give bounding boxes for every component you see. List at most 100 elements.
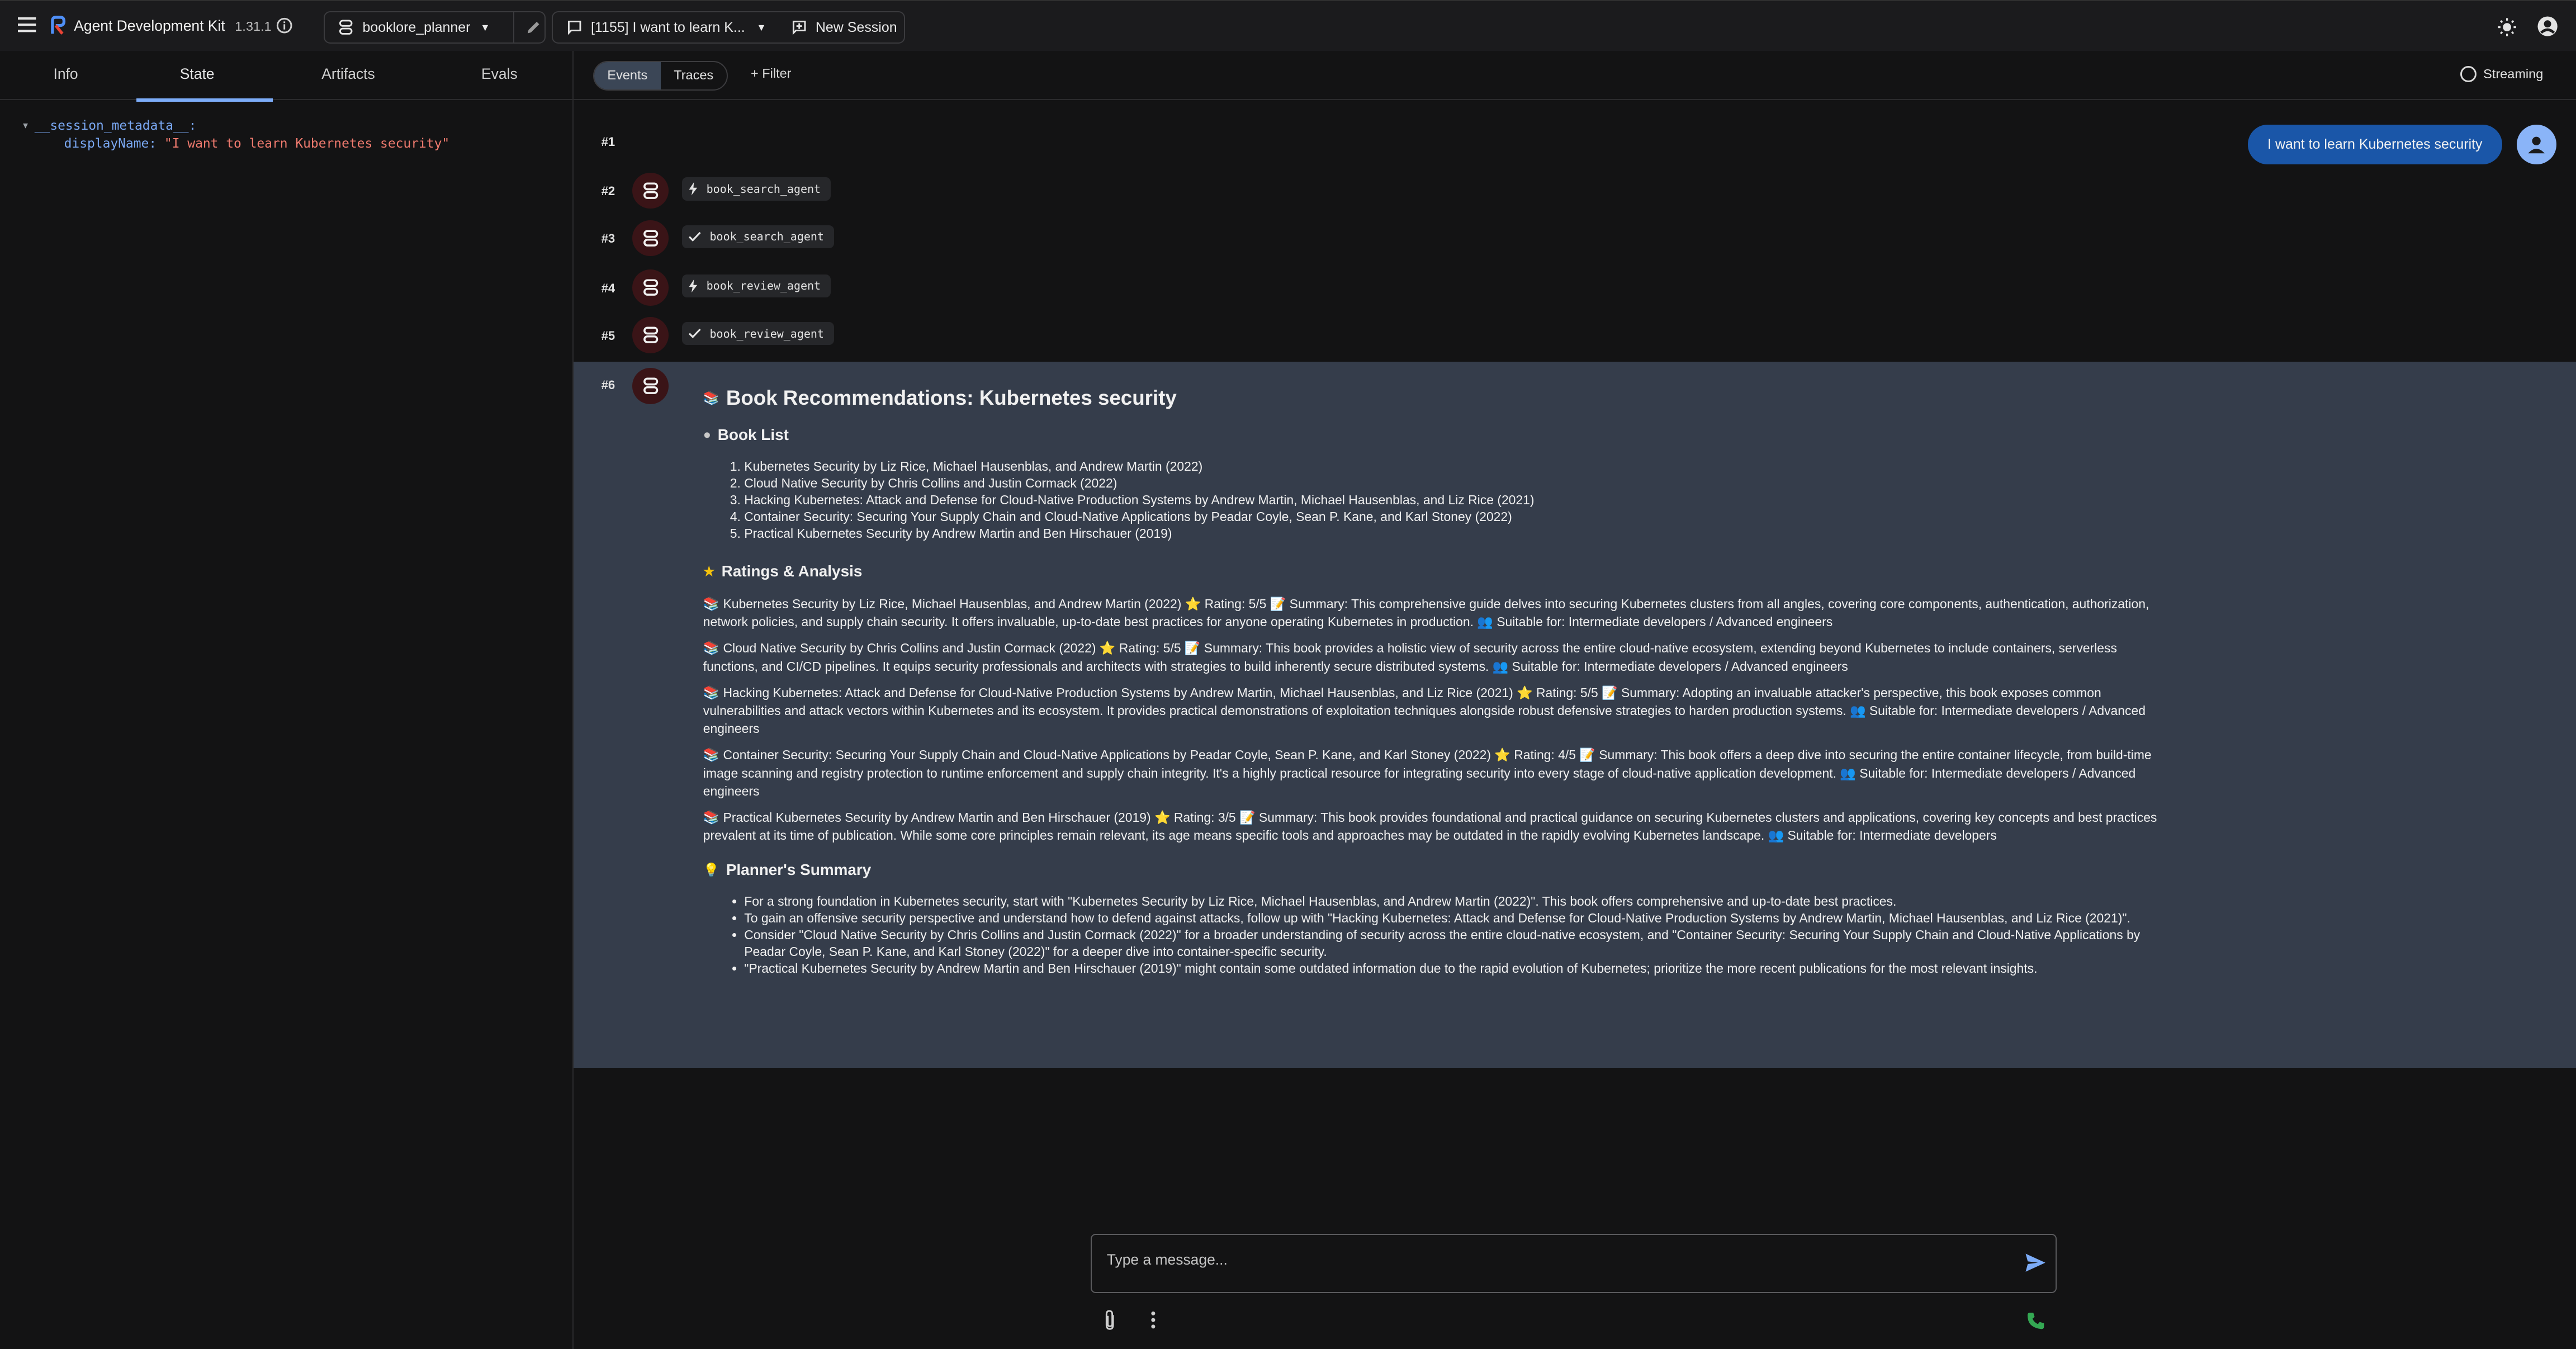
rating-paragraph: 📚 Kubernetes Security by Liz Rice, Micha… <box>703 596 2149 629</box>
attach-icon[interactable] <box>1102 1309 1117 1331</box>
agent-avatar <box>632 172 669 209</box>
rating-paragraph: 📚 Practical Kubernetes Security by Andre… <box>703 810 2157 843</box>
streaming-label: Streaming <box>2483 66 2544 81</box>
event-number[interactable]: #3 <box>602 231 615 246</box>
tab-state[interactable]: State <box>131 51 273 102</box>
message-content: 📚 Book Recommendations: Kubernetes securi… <box>703 386 2174 978</box>
star-icon: ★ <box>703 564 715 579</box>
event-number[interactable]: #2 <box>602 184 615 198</box>
app-title: Agent Development Kit <box>74 17 225 35</box>
book-icon: 📚 <box>703 810 720 825</box>
book-icon: 📚 <box>703 747 720 763</box>
top-bar: Agent Development Kit 1.31.1 booklore_pl… <box>0 0 2576 51</box>
event-number[interactable]: #4 <box>602 281 615 296</box>
send-icon[interactable] <box>2025 1253 2046 1272</box>
book-icon: 📚 <box>703 596 720 611</box>
event-number[interactable]: #5 <box>602 329 615 343</box>
event-number[interactable]: #1 <box>602 135 615 149</box>
check-icon <box>688 231 702 243</box>
bolt-icon <box>688 279 698 293</box>
tab-artifacts[interactable]: Artifacts <box>263 51 434 100</box>
list-item: Cloud Native Security by Chris Collins a… <box>744 475 2174 492</box>
info-icon[interactable] <box>276 17 292 34</box>
function-response-chip[interactable]: book_review_agent <box>681 321 834 345</box>
chip-label: book_review_agent <box>709 326 824 340</box>
agent-avatar <box>632 269 669 306</box>
agent-avatar <box>632 220 669 257</box>
radio-icon <box>2460 65 2477 82</box>
summary-list: For a strong foundation in Kubernetes se… <box>703 893 2174 977</box>
list-item: Consider "Cloud Native Security by Chris… <box>744 927 2174 960</box>
account-icon[interactable] <box>2537 16 2558 37</box>
state-child-value: "I want to learn Kubernetes security" <box>164 136 450 151</box>
tab-info[interactable]: Info <box>0 51 131 100</box>
list-item: Container Security: Securing Your Supply… <box>744 509 2174 526</box>
tab-evals[interactable]: Evals <box>434 51 565 100</box>
side-tabs: Info State Artifacts Evals <box>0 51 572 102</box>
agent-message-selected[interactable]: #6 📚 Book Recommendations: Kubernetes sec… <box>573 361 2576 1068</box>
chip-label: book_review_agent <box>706 279 821 293</box>
state-root-key: __session_metadata__: <box>34 118 197 133</box>
agent-avatar <box>632 317 669 353</box>
list-item: Hacking Kubernetes: Attack and Defense f… <box>744 492 2174 509</box>
traces-toggle[interactable]: Traces <box>661 62 727 89</box>
sun-icon[interactable] <box>2497 17 2517 37</box>
books-icon: 📚 <box>703 390 720 405</box>
new-session-button[interactable]: New Session <box>816 20 897 36</box>
state-tree: ▼ __session_metadata__: displayName: "I … <box>0 100 572 169</box>
summary-heading: 💡 Planner's Summary <box>703 861 872 878</box>
events-toggle[interactable]: Events <box>594 61 661 89</box>
bolt-icon <box>688 182 698 196</box>
more-icon[interactable] <box>1150 1311 1157 1329</box>
function-response-chip[interactable]: book_search_agent <box>681 225 834 248</box>
ratings-heading: ★ Ratings & Analysis <box>703 562 863 580</box>
rating-paragraph: 📚 Hacking Kubernetes: Attack and Defense… <box>703 685 2146 736</box>
chat-icon <box>566 19 583 35</box>
book-icon: 📚 <box>703 641 720 656</box>
rating-paragraph: 📚 Container Security: Securing Your Supp… <box>703 747 2152 798</box>
message-composer <box>1091 1234 2057 1293</box>
function-call-chip[interactable]: book_review_agent <box>681 274 831 297</box>
event-number[interactable]: #6 <box>602 378 615 392</box>
adk-logo-icon <box>49 16 67 37</box>
edit-icon[interactable] <box>526 20 541 35</box>
new-session-icon[interactable] <box>791 19 807 35</box>
session-name: [1155] I want to learn K... <box>590 19 745 35</box>
list-item: "Practical Kubernetes Security by Andrew… <box>744 960 2174 977</box>
response-title: 📚 Book Recommendations: Kubernetes securi… <box>703 386 1177 409</box>
side-panel: Info State Artifacts Evals ▼ __session_m… <box>0 51 574 1349</box>
chevron-down-icon: ▼ <box>480 21 490 33</box>
user-message-bubble[interactable]: I want to learn Kubernetes security <box>2247 125 2502 164</box>
list-item: Practical Kubernetes Security by Andrew … <box>744 526 2174 542</box>
lightbulb-icon: 💡 <box>703 863 720 877</box>
chevron-down-icon: ▼ <box>756 21 766 33</box>
book-icon: 📚 <box>703 685 720 700</box>
check-icon <box>688 328 702 339</box>
book-list: Kubernetes Security by Liz Rice, Michael… <box>703 458 2174 542</box>
list-item: For a strong foundation in Kubernetes se… <box>744 893 2174 910</box>
events-toolbar: Events Traces + Filter Streaming <box>573 51 2576 101</box>
app-version: 1.31.1 <box>235 19 272 34</box>
list-item: To gain an offensive security perspectiv… <box>744 910 2174 927</box>
book-list-heading: ● Book List <box>703 425 789 443</box>
list-item: Kubernetes Security by Liz Rice, Michael… <box>744 458 2174 475</box>
agent-icon <box>338 19 354 35</box>
menu-icon[interactable] <box>18 17 36 32</box>
message-input[interactable] <box>1106 1251 1994 1269</box>
rating-paragraph: 📚 Cloud Native Security by Chris Collins… <box>703 641 2117 674</box>
function-call-chip[interactable]: book_search_agent <box>681 177 831 201</box>
agent-selector[interactable]: booklore_planner ▼ <box>323 11 546 44</box>
bullet-icon: ● <box>703 427 711 442</box>
phone-icon[interactable] <box>2026 1311 2045 1331</box>
events-panel: Events Traces + Filter Streaming #1 I wa… <box>573 51 2576 1349</box>
state-child-key: displayName: <box>64 136 157 151</box>
filter-button[interactable]: + Filter <box>751 66 791 81</box>
agent-name: booklore_planner <box>362 19 471 35</box>
chip-label: book_search_agent <box>709 230 824 244</box>
session-selector[interactable]: [1155] I want to learn K... ▼ New Sessio… <box>552 11 906 44</box>
collapse-caret-icon[interactable]: ▼ <box>23 117 28 135</box>
agent-avatar <box>632 368 669 404</box>
streaming-toggle[interactable]: Streaming <box>2460 65 2544 82</box>
view-toggle: Events Traces <box>593 60 728 91</box>
user-avatar <box>2517 125 2556 164</box>
